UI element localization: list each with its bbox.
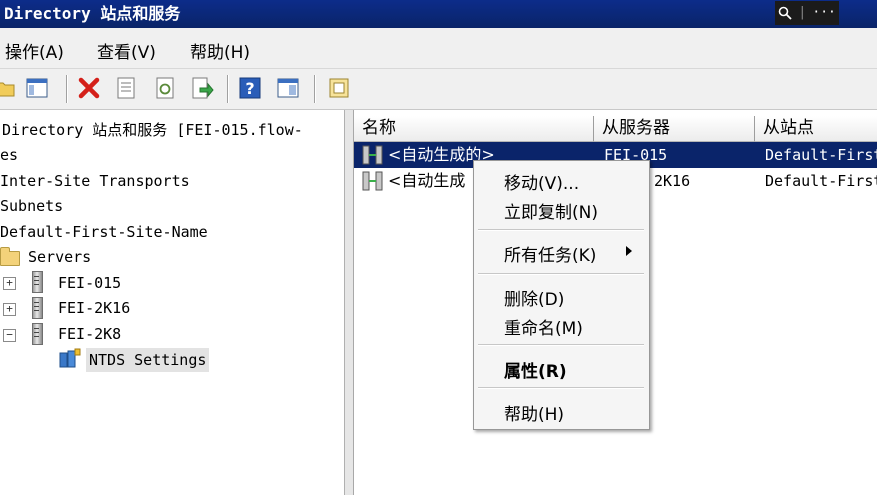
tree-root[interactable]: Directory 站点和服务 [FEI-015.flow-	[2, 118, 303, 142]
toolbar-separator	[66, 75, 68, 103]
delete-icon[interactable]	[77, 76, 101, 100]
new-connection-icon[interactable]	[327, 76, 351, 100]
console-tree[interactable]: Directory 站点和服务 [FEI-015.flow- es Inter-…	[0, 110, 345, 495]
zoom-divider: |	[798, 5, 807, 20]
svg-text:?: ?	[245, 79, 254, 98]
toolbar-separator	[227, 75, 229, 103]
expand-icon[interactable]: +	[3, 277, 16, 290]
open-folder-icon[interactable]	[0, 76, 18, 100]
window-title: Directory 站点和服务	[4, 4, 181, 23]
tree-node-ntds-settings[interactable]: NTDS Settings	[86, 348, 210, 372]
menu-bar: 操作(A) 查看(V) 帮助(H)	[0, 28, 877, 69]
help-icon[interactable]: ?	[238, 76, 262, 100]
filter-pane-icon[interactable]	[276, 76, 300, 100]
menu-item-properties[interactable]: 属性(R)	[504, 357, 567, 382]
more-options-button[interactable]: ···	[812, 1, 835, 25]
collapse-icon[interactable]: −	[3, 329, 16, 342]
server-icon	[32, 271, 43, 293]
menu-separator	[478, 387, 644, 389]
cell-from-server: 2K16	[654, 172, 691, 190]
menu-separator	[478, 229, 644, 231]
server-icon	[32, 297, 43, 319]
column-header-name[interactable]: 名称	[354, 116, 594, 142]
properties-doc-icon[interactable]	[114, 76, 138, 100]
cell-from-site: Default-First	[765, 172, 877, 190]
magnifier-icon[interactable]	[778, 6, 792, 20]
menu-separator	[478, 273, 644, 275]
submenu-arrow-icon	[626, 246, 632, 256]
toolbar: ?	[0, 69, 877, 110]
menu-item-replicate-now[interactable]: 立即复制(N)	[504, 198, 598, 223]
tree-node-server-fei-2k8[interactable]: FEI-2K8	[58, 322, 121, 346]
refresh-icon[interactable]	[153, 76, 177, 100]
ntds-settings-icon	[59, 348, 81, 368]
context-menu: 移动(V)... 立即复制(N) 所有任务(K) 删除(D) 重命名(M) 属性…	[473, 160, 650, 430]
menu-item-move[interactable]: 移动(V)...	[504, 169, 579, 194]
tree-node-default-site[interactable]: Default-First-Site-Name	[0, 220, 208, 244]
menu-item-rename[interactable]: 重命名(M)	[504, 314, 583, 339]
pane-splitter[interactable]	[345, 110, 354, 495]
column-header-from-site[interactable]: 从站点	[755, 116, 877, 142]
menu-help[interactable]: 帮助(H)	[190, 38, 250, 63]
tree-node-servers[interactable]: Servers	[28, 245, 91, 269]
server-icon	[32, 323, 43, 345]
tree-node-subnets[interactable]: Subnets	[0, 194, 63, 218]
tree-node-inter-site-transports[interactable]: Inter-Site Transports	[0, 169, 190, 193]
cell-name: <自动生成	[388, 171, 466, 190]
menu-item-delete[interactable]: 删除(D)	[504, 285, 564, 310]
menu-view[interactable]: 查看(V)	[97, 38, 156, 63]
title-bar: Directory 站点和服务 | ···	[0, 0, 877, 28]
toolbar-separator	[314, 75, 316, 103]
connection-icon	[362, 145, 383, 165]
column-header-from-server[interactable]: 从服务器	[594, 116, 755, 142]
menu-item-all-tasks[interactable]: 所有任务(K)	[504, 241, 596, 266]
expand-icon[interactable]: +	[3, 303, 16, 316]
folder-icon	[0, 247, 20, 266]
zoom-widget[interactable]: | ···	[775, 1, 839, 25]
menu-action[interactable]: 操作(A)	[5, 38, 64, 63]
menu-separator	[478, 344, 644, 346]
tree-node-sites[interactable]: es	[0, 143, 18, 167]
export-icon[interactable]	[190, 76, 214, 100]
show-pane-icon[interactable]	[25, 76, 49, 100]
tree-node-server-fei-2k16[interactable]: FEI-2K16	[58, 296, 130, 320]
tree-node-server-fei-015[interactable]: FEI-015	[58, 271, 121, 295]
menu-item-help[interactable]: 帮助(H)	[504, 400, 564, 425]
cell-from-site: Default-First	[765, 146, 877, 164]
connection-icon	[362, 171, 383, 191]
